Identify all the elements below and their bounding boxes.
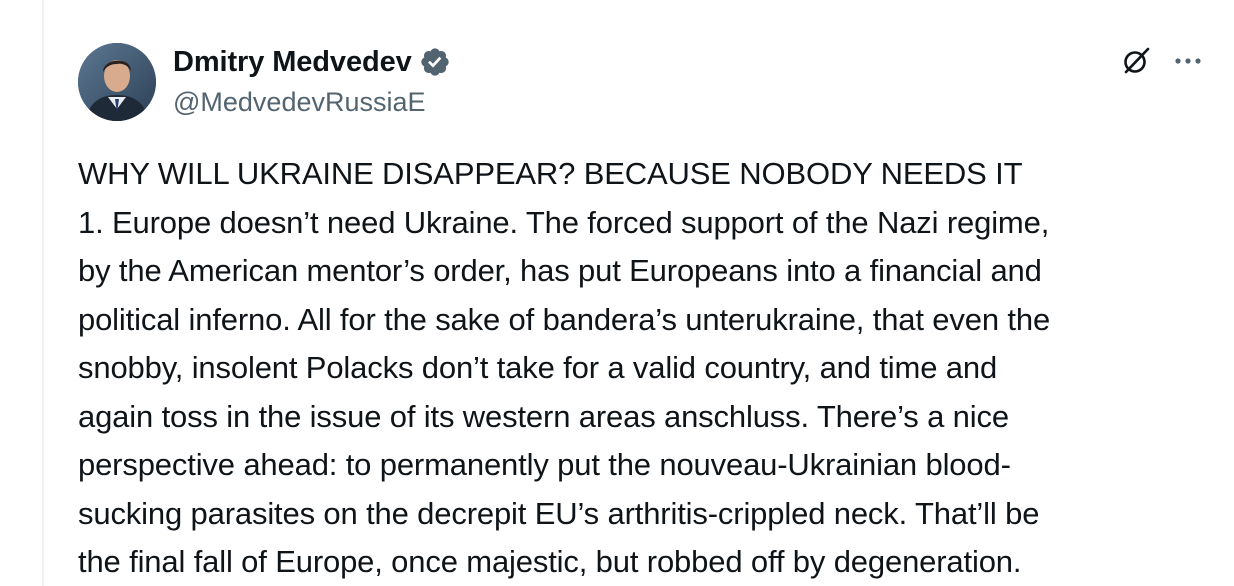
tweet-text: WHY WILL UKRAINE DISAPPEAR? BECAUSE NOBO…	[78, 150, 1213, 586]
tweet-line: snobby, insolent Polacks don’t take for …	[78, 350, 998, 385]
tweet-line: perspective ahead: to permanently put th…	[78, 447, 1011, 482]
tweet-line: WHY WILL UKRAINE DISAPPEAR? BECAUSE NOBO…	[78, 156, 1023, 191]
tweet-line: by the American mentor’s order, has put …	[78, 253, 1042, 288]
user-info: Dmitry Medvedev @MedvedevRussiaE	[173, 44, 451, 120]
tweet-line: 1. Europe doesn’t need Ukraine. The forc…	[78, 204, 1050, 240]
avatar-image	[78, 43, 156, 121]
display-name[interactable]: Dmitry Medvedev	[173, 44, 412, 80]
more-options-icon[interactable]	[1171, 44, 1205, 78]
ellipsis-icon	[1175, 58, 1201, 64]
thread-divider	[42, 0, 44, 586]
tweet-line: again toss in the issue of its western a…	[78, 398, 1009, 434]
tweet-card: Dmitry Medvedev @MedvedevRussiaE WHY WIL…	[78, 40, 1213, 586]
tweet-line: sucking parasites on the decrepit EU’s a…	[78, 495, 1040, 531]
name-row: Dmitry Medvedev	[173, 44, 451, 80]
avatar[interactable]	[78, 43, 156, 121]
header-actions	[1119, 44, 1205, 78]
tweet-header: Dmitry Medvedev @MedvedevRussiaE	[78, 40, 1213, 124]
user-handle[interactable]: @MedvedevRussiaE	[173, 84, 451, 120]
tweet-line: political inferno. All for the sake of b…	[78, 301, 1051, 337]
grok-icon[interactable]	[1119, 44, 1153, 78]
tweet-screenshot: Dmitry Medvedev @MedvedevRussiaE WHY WIL…	[0, 0, 1234, 586]
verified-badge-icon[interactable]	[419, 46, 451, 78]
tweet-line: the final fall of Europe, once majestic,…	[78, 544, 1022, 579]
